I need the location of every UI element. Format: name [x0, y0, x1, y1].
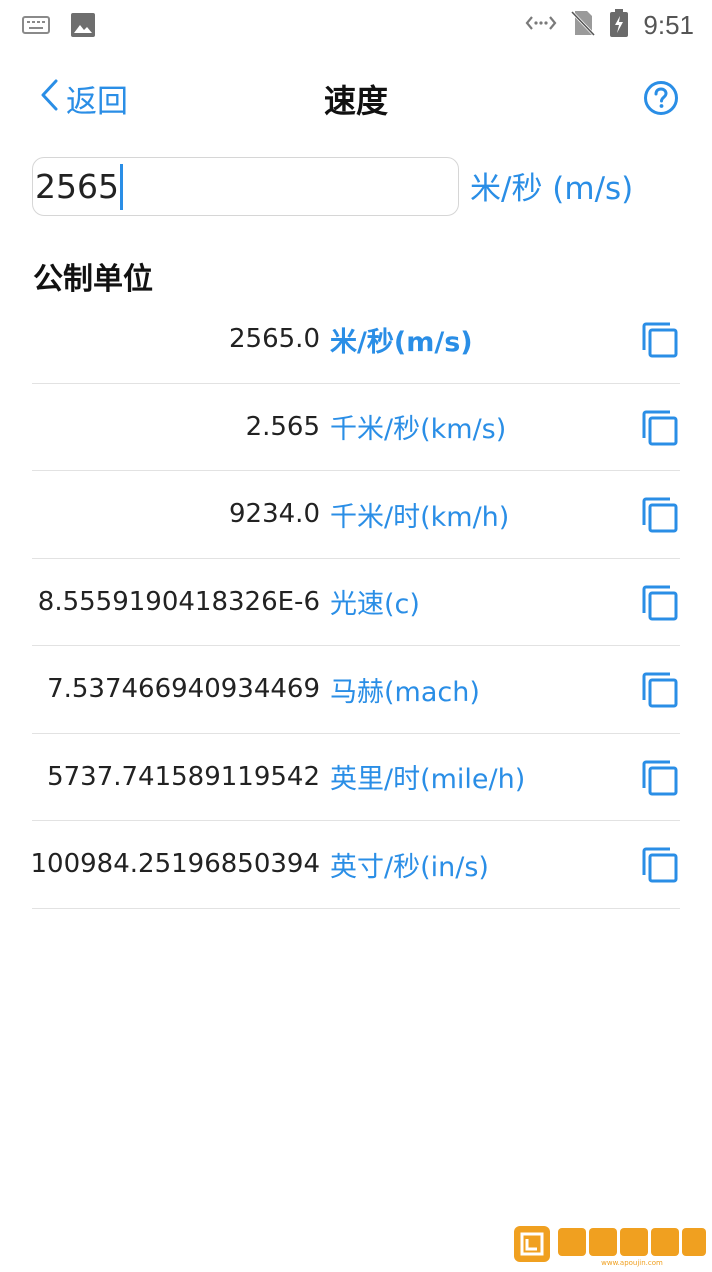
copy-button[interactable] — [641, 321, 679, 359]
unit-label: 千米/秒(km/s) — [330, 414, 507, 445]
status-bar: 9:51 — [0, 0, 712, 50]
copy-icon — [641, 410, 679, 451]
data-sync-icon — [525, 11, 557, 39]
speed-value-text: 2565 — [35, 167, 119, 206]
unit-label: 马赫(mach) — [330, 676, 480, 708]
copy-button[interactable] — [641, 409, 679, 447]
keyboard-icon — [22, 15, 50, 39]
copy-button[interactable] — [641, 496, 679, 534]
unit-label: 英里/时(mile/h) — [330, 764, 526, 795]
copy-icon — [641, 760, 679, 801]
copy-icon — [641, 497, 679, 538]
unit-selector[interactable]: 米/秒 (m/s) — [470, 163, 633, 208]
watermark-logo: www.apoujin.com — [512, 1222, 708, 1268]
list-item: 100984.25196850394 英寸/秒(in/s) — [31, 821, 680, 909]
copy-button[interactable] — [641, 671, 679, 709]
image-icon — [70, 12, 96, 42]
list-item: 9234.0 千米/时(km/h) — [32, 471, 680, 559]
list-item: 2565.0 米/秒(m/s) — [32, 296, 680, 384]
text-caret — [119, 163, 123, 210]
converted-value: 8.5559190418326E-6 — [37, 586, 320, 617]
list-item: 2.565 千米/秒(km/s) — [32, 384, 680, 471]
unit-label: 米/秒(m/s) — [330, 326, 473, 358]
copy-icon — [641, 847, 679, 888]
list-item: 8.5559190418326E-6 光速(c) — [32, 559, 680, 646]
converted-value: 100984.25196850394 — [30, 849, 320, 879]
converted-value: 2.565 — [245, 411, 320, 442]
no-sim-icon — [571, 9, 596, 41]
chevron-left-icon — [38, 78, 60, 120]
unit-label: 英寸/秒(in/s) — [330, 851, 489, 883]
list-item: 7.537466940934469 马赫(mach) — [32, 646, 680, 734]
list-item: 5737.741589119542 英里/时(mile/h) — [32, 734, 680, 821]
converted-value: 2565.0 — [229, 324, 320, 354]
status-time: 9:51 — [643, 9, 694, 40]
back-button[interactable]: 返回 — [38, 76, 128, 121]
copy-icon — [641, 322, 679, 363]
section-title: 公制单位 — [33, 262, 153, 297]
help-button[interactable] — [643, 80, 679, 116]
unit-label: 千米/时(km/h) — [330, 501, 510, 533]
input-row: 2565 米/秒 (m/s) — [32, 157, 692, 217]
converted-value: 7.537466940934469 — [47, 674, 320, 704]
unit-label: 光速(c) — [330, 589, 420, 620]
battery-charging-icon — [609, 8, 629, 42]
conversion-list: 2565.0 米/秒(m/s) 2.565 千米/秒(km/s) 9234.0 … — [31, 296, 680, 909]
back-label: 返回 — [66, 84, 128, 120]
help-circle-icon — [643, 81, 679, 120]
copy-button[interactable] — [641, 584, 679, 622]
copy-button[interactable] — [641, 759, 679, 797]
copy-button[interactable] — [641, 846, 679, 884]
speed-value-input[interactable]: 2565 — [32, 157, 459, 216]
app-header: 返回 速度 — [0, 70, 712, 126]
watermark-url: www.apoujin.com — [601, 1259, 663, 1267]
converted-value: 5737.741589119542 — [47, 761, 320, 792]
copy-icon — [641, 585, 679, 626]
copy-icon — [641, 672, 679, 713]
converted-value: 9234.0 — [229, 499, 320, 529]
